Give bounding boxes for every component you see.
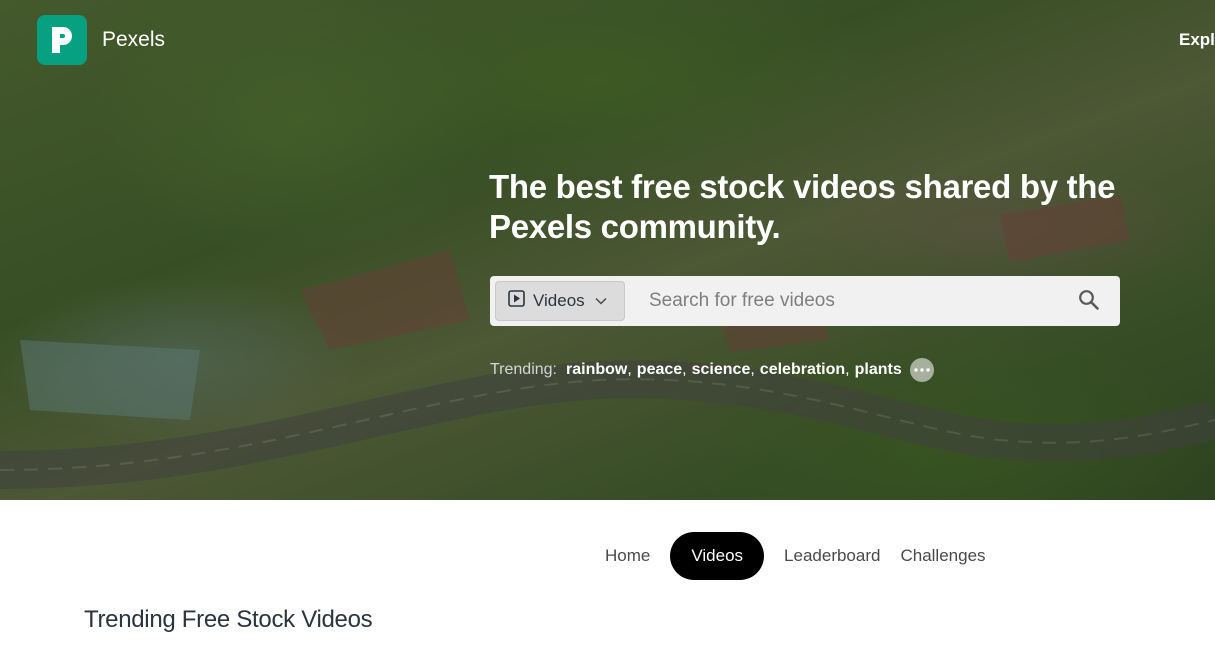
trending-searches: Trending: rainbow, peace, science, celeb… (490, 358, 934, 382)
search-input[interactable] (635, 281, 1055, 321)
content-tabs: Home Videos Leaderboard Challenges (595, 532, 996, 580)
trending-label: Trending: (490, 361, 557, 378)
pexels-logo-icon[interactable] (37, 15, 87, 65)
pexels-logo[interactable]: Pexels (37, 15, 165, 65)
tab-home[interactable]: Home (595, 532, 660, 580)
trending-separator: , (627, 361, 632, 378)
search-bar: Videos (490, 276, 1120, 326)
play-square-icon (508, 290, 525, 312)
more-dots-icon[interactable] (909, 358, 934, 382)
trending-link[interactable]: plants (855, 361, 902, 379)
trending-link[interactable]: rainbow (566, 361, 627, 379)
trending-separator: , (682, 361, 687, 378)
tab-leaderboard[interactable]: Leaderboard (774, 532, 890, 580)
nav-explore-link[interactable]: Explo (1179, 30, 1215, 50)
chevron-down-icon (595, 292, 607, 310)
hero-banner (0, 0, 1215, 500)
section-title: Trending Free Stock Videos (84, 606, 373, 633)
tab-videos[interactable]: Videos (670, 532, 765, 580)
hero-overlay (0, 0, 1215, 500)
trending-separator: , (845, 361, 850, 378)
tab-challenges[interactable]: Challenges (890, 532, 995, 580)
search-type-select[interactable]: Videos (495, 281, 625, 321)
search-type-label: Videos (533, 291, 585, 310)
trending-link[interactable]: celebration (760, 361, 845, 379)
trending-link[interactable]: peace (637, 361, 682, 379)
search-icon[interactable] (1078, 289, 1102, 313)
trending-separator: , (750, 361, 755, 378)
hero-headline: The best free stock videos shared by the… (489, 168, 1116, 245)
brand-name[interactable]: Pexels (102, 28, 165, 52)
trending-link[interactable]: science (692, 361, 751, 379)
